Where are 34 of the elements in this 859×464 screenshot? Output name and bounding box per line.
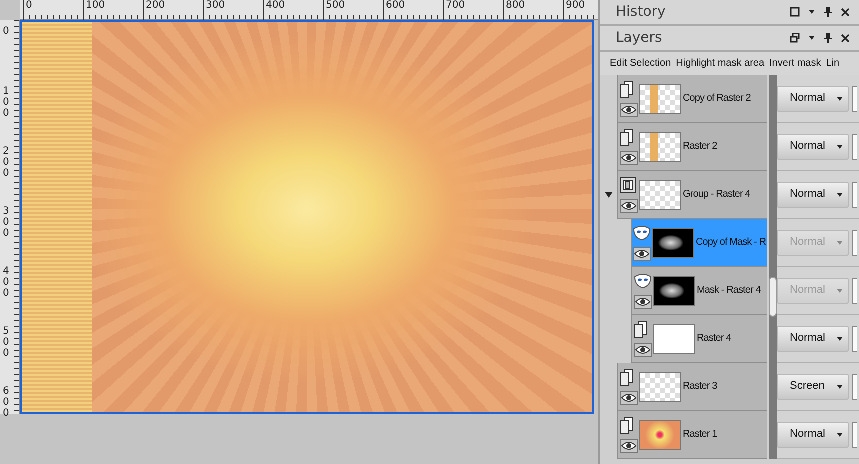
- ruler-label: 200: [3, 146, 10, 181]
- blend-mode-dropdown[interactable]: Normal: [777, 182, 849, 208]
- blend-mode-dropdown[interactable]: Normal: [777, 134, 849, 160]
- toolbar-button[interactable]: Lin: [826, 56, 840, 71]
- ruler-label: 400: [3, 266, 10, 301]
- toolbar-button[interactable]: Edit Selection: [610, 56, 672, 71]
- ruler-label: 600: [3, 386, 10, 421]
- layer-item[interactable]: Raster 2: [617, 123, 767, 171]
- blend-mode-dropdown[interactable]: Normal: [777, 326, 849, 352]
- layer-name: Raster 3: [683, 380, 718, 394]
- layer-item[interactable]: Raster 3: [617, 363, 767, 411]
- ruler-label: 300: [3, 206, 10, 241]
- layer-name: Group - Raster 4: [683, 188, 752, 202]
- ruler-label: 0: [3, 26, 10, 39]
- panel-title: Layers: [616, 28, 664, 48]
- layer-item[interactable]: Group - Raster 4: [617, 171, 767, 219]
- layer-item[interactable]: Copy of Raster 2: [617, 75, 767, 123]
- layer-item[interactable]: Raster 4: [631, 315, 767, 363]
- layer-name: Copy of Raster 2: [683, 92, 752, 106]
- layer-name: Copy of Mask - R: [696, 236, 767, 250]
- toolbar-button[interactable]: Invert mask: [770, 56, 822, 71]
- ruler-label: 500: [3, 326, 10, 361]
- layer-name: Raster 2: [683, 140, 718, 154]
- layer-item[interactable]: Mask - Raster 4: [631, 267, 767, 315]
- blend-mode-dropdown[interactable]: Normal: [777, 422, 849, 448]
- layer-name: Raster 1: [683, 428, 718, 442]
- blend-mode-dropdown[interactable]: Normal: [777, 86, 849, 112]
- ruler-label: 100: [3, 86, 10, 121]
- blend-mode-dropdown[interactable]: Screen: [777, 374, 849, 400]
- layer-name: Mask - Raster 4: [697, 284, 762, 298]
- layer-item[interactable]: Copy of Mask - R: [631, 219, 767, 267]
- toolbar-button[interactable]: Highlight mask area: [676, 56, 765, 71]
- layer-item[interactable]: Raster 1: [617, 411, 767, 459]
- layer-name: Raster 4: [697, 332, 732, 346]
